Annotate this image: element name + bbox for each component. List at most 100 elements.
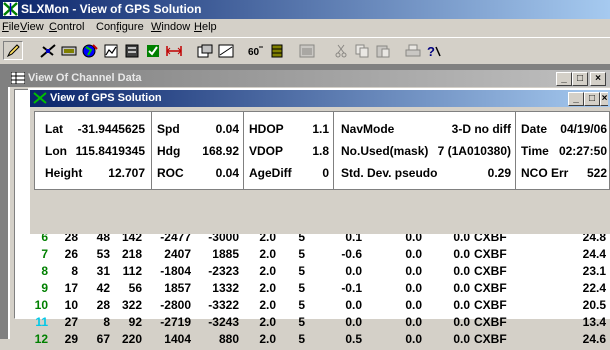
gps-window-icon bbox=[33, 92, 47, 104]
table-row: 11 27 8 92 -2719 -3243 2.0 5 0.0 0.0 0.0 CXBF 13.4 bbox=[14, 315, 610, 333]
channel-window-title: View Of Channel Data bbox=[28, 72, 142, 84]
cell-d: 5 bbox=[298, 332, 305, 346]
column-divider bbox=[515, 112, 516, 189]
restore-icon: □ bbox=[576, 73, 584, 84]
table-row: 10 10 28 322 -2800 -3322 2.0 5 0.0 0.0 0.0 CXBF 20.5 bbox=[14, 298, 610, 316]
receiver-icon[interactable] bbox=[59, 41, 79, 60]
roc-label: ROC bbox=[157, 166, 184, 180]
paste-icon[interactable] bbox=[373, 41, 393, 60]
gps-restore-button[interactable]: □ bbox=[584, 92, 600, 106]
app-logo-icon bbox=[3, 2, 18, 16]
minimize-icon: _ bbox=[561, 73, 567, 84]
table-window-icon bbox=[11, 72, 25, 84]
spd-value: 0.04 bbox=[215, 122, 239, 136]
column-divider bbox=[151, 112, 152, 189]
nco-label: NCO Err bbox=[521, 166, 569, 180]
channel-window-title-bar[interactable]: View Of Channel Data _ □ × bbox=[8, 70, 610, 87]
chart-icon[interactable] bbox=[216, 41, 236, 60]
menu-file-accel: F bbox=[2, 21, 9, 33]
date-value: 04/19/06 bbox=[560, 122, 607, 136]
close-icon: × bbox=[595, 73, 601, 84]
properties-icon[interactable] bbox=[195, 41, 215, 60]
svg-text:60: 60 bbox=[248, 47, 260, 58]
cell-src: CXBF bbox=[474, 332, 507, 346]
sixty-icon[interactable]: 60 bbox=[246, 41, 266, 60]
gps-close-button[interactable]: × bbox=[600, 92, 608, 106]
navmode-value: 3-D no diff bbox=[451, 122, 511, 136]
cell-d: 5 bbox=[298, 281, 305, 295]
check-icon[interactable] bbox=[143, 41, 163, 60]
print-icon[interactable] bbox=[403, 41, 423, 60]
vdop-label: VDOP bbox=[249, 144, 284, 158]
menu-control-accel: C bbox=[49, 21, 57, 33]
gps-minimize-button[interactable]: _ bbox=[568, 92, 584, 106]
gps-solution-panel: Lat -31.9445625 Lon 115.8419345 Height 1… bbox=[34, 111, 610, 190]
cell-e: 0.0 bbox=[345, 264, 362, 278]
table-row: 8 8 31 112 -1804 -2323 2.0 5 0.0 0.0 0.0 CXBF 23.1 bbox=[14, 264, 610, 282]
cut-icon[interactable] bbox=[331, 41, 351, 60]
globe-icon[interactable] bbox=[80, 41, 100, 60]
minimize-button[interactable]: _ bbox=[556, 72, 572, 86]
navmode-label: NavMode bbox=[341, 122, 395, 136]
app-title: SLXMon - View of GPS Solution bbox=[21, 2, 202, 16]
range-icon[interactable] bbox=[164, 41, 184, 60]
channel-window-caption-buttons: _ □ × bbox=[556, 72, 606, 86]
cell-e: 0.0 bbox=[345, 298, 362, 312]
menu-configure[interactable]: Configure bbox=[96, 21, 144, 33]
cell-g: 0.0 bbox=[453, 281, 470, 295]
cell-src: CXBF bbox=[474, 264, 507, 278]
minimize-icon: _ bbox=[573, 93, 579, 104]
svg-text:?: ? bbox=[427, 44, 435, 58]
menu-window-accel: W bbox=[151, 21, 162, 33]
menu-configure-pre: Con bbox=[96, 21, 117, 33]
gps-window-title-bar[interactable]: View of GPS Solution _ □ × bbox=[30, 90, 610, 107]
satellite-icon[interactable] bbox=[38, 41, 58, 60]
menu-help[interactable]: Help bbox=[194, 21, 217, 33]
cell-e: 0.0 bbox=[345, 315, 362, 329]
close-icon: × bbox=[601, 93, 608, 104]
menu-window-post: indow bbox=[161, 21, 191, 33]
menu-file-post: ile bbox=[8, 21, 20, 33]
copy-icon[interactable] bbox=[352, 41, 372, 60]
cell-g: 0.0 bbox=[453, 298, 470, 312]
cell-src: CXBF bbox=[474, 247, 507, 261]
table-row: 12 29 67 220 1404 880 2.0 5 0.5 0.0 0.0 CXBF 24.6 bbox=[14, 332, 610, 350]
cell-src: CXBF bbox=[474, 315, 507, 329]
table-row: 9 17 42 56 1857 1332 2.0 5 -0.1 0.0 0.0 CXBF 22.4 bbox=[14, 281, 610, 299]
menu-window[interactable]: Window bbox=[151, 21, 190, 33]
restore-icon: □ bbox=[588, 93, 596, 104]
window-icon[interactable] bbox=[297, 41, 317, 60]
cell-d: 5 bbox=[298, 298, 305, 312]
cell-e: -0.1 bbox=[341, 281, 362, 295]
height-value: 12.707 bbox=[108, 166, 145, 180]
vdop-value: 1.8 bbox=[312, 144, 329, 158]
noused-label: No.Used(mask) bbox=[341, 144, 429, 158]
menu-view-post: iew bbox=[27, 21, 44, 33]
menu-file[interactable]: File bbox=[2, 21, 20, 33]
lat-value: -31.9445625 bbox=[77, 122, 145, 136]
noused-value: 7 (1A010380) bbox=[437, 144, 511, 158]
cell-snr: 23.1 bbox=[582, 264, 606, 278]
cell-d: 5 bbox=[298, 264, 305, 278]
gps-window-title: View of GPS Solution bbox=[50, 92, 162, 104]
menu-view[interactable]: View bbox=[20, 21, 44, 33]
monitor-icon[interactable] bbox=[122, 41, 142, 60]
menu-control[interactable]: Control bbox=[49, 21, 84, 33]
height-label: Height bbox=[45, 166, 83, 180]
hdg-label: Hdg bbox=[157, 144, 181, 158]
hdop-value: 1.1 bbox=[312, 122, 329, 136]
help-icon[interactable]: ? bbox=[424, 41, 444, 60]
pencil-icon[interactable] bbox=[3, 41, 23, 60]
cell-g: 0.0 bbox=[453, 332, 470, 346]
roc-value: 0.04 bbox=[215, 166, 239, 180]
grid-icon[interactable] bbox=[267, 41, 287, 60]
stddev-label: Std. Dev. pseudo bbox=[341, 166, 438, 180]
restore-button[interactable]: □ bbox=[572, 72, 588, 86]
lon-value: 115.8419345 bbox=[75, 144, 145, 158]
menu-help-accel: H bbox=[194, 21, 202, 33]
gps-window-caption-buttons: _ □ × bbox=[568, 92, 608, 106]
close-button[interactable]: × bbox=[590, 72, 606, 86]
signal-icon[interactable] bbox=[101, 41, 121, 60]
app-title-bar[interactable]: SLXMon - View of GPS Solution bbox=[0, 0, 610, 19]
hdop-label: HDOP bbox=[249, 122, 284, 136]
